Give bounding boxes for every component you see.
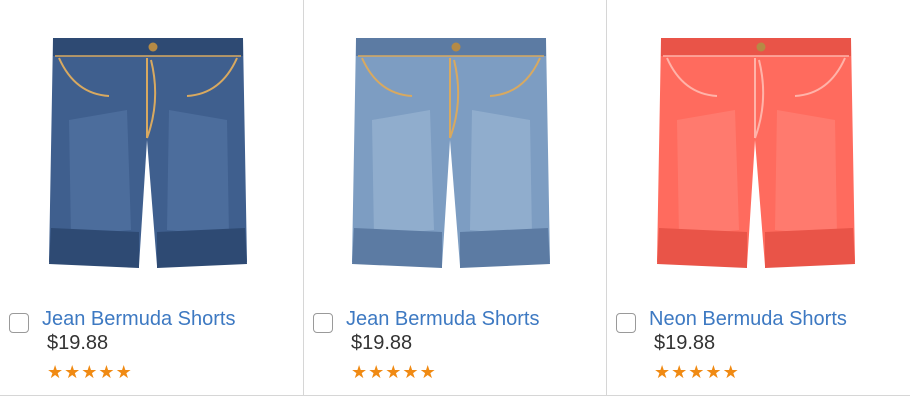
product-name-link[interactable]: Jean Bermuda Shorts (42, 308, 235, 331)
star-icon: ★ (81, 362, 98, 383)
product-price: $19.88 (351, 332, 413, 354)
star-icon: ★ (705, 362, 722, 383)
star-icon: ★ (115, 362, 132, 383)
rating-stars: ★ ★ ★ ★ ★ (654, 364, 739, 382)
rating-stars: ★ ★ ★ ★ ★ (351, 364, 436, 382)
light-denim-shorts-image (352, 38, 550, 268)
product-image[interactable] (304, 0, 606, 300)
star-icon: ★ (351, 362, 368, 383)
neon-coral-shorts-image (657, 38, 855, 268)
star-icon: ★ (385, 362, 402, 383)
star-icon: ★ (722, 362, 739, 383)
product-name-link[interactable]: Jean Bermuda Shorts (346, 308, 539, 331)
product-image[interactable] (607, 0, 910, 300)
product-card: Neon Bermuda Shorts $19.88 ★ ★ ★ ★ ★ (606, 0, 910, 395)
star-icon: ★ (368, 362, 385, 383)
compare-checkbox[interactable] (9, 313, 29, 333)
product-price: $19.88 (47, 332, 109, 354)
product-image[interactable] (0, 0, 303, 300)
star-icon: ★ (98, 362, 115, 383)
compare-checkbox[interactable] (616, 313, 636, 333)
product-grid: Jean Bermuda Shorts $19.88 ★ ★ ★ ★ ★ Jean Be… (0, 0, 910, 396)
star-icon: ★ (47, 362, 64, 383)
compare-checkbox[interactable] (313, 313, 333, 333)
dark-denim-shorts-image (49, 38, 247, 268)
product-card: Jean Bermuda Shorts $19.88 ★ ★ ★ ★ ★ (0, 0, 303, 395)
rating-stars: ★ ★ ★ ★ ★ (47, 364, 132, 382)
star-icon: ★ (64, 362, 81, 383)
product-card: Jean Bermuda Shorts $19.88 ★ ★ ★ ★ ★ (303, 0, 606, 395)
product-price: $19.88 (654, 332, 716, 354)
star-icon: ★ (688, 362, 705, 383)
star-icon: ★ (402, 362, 419, 383)
star-icon: ★ (419, 362, 436, 383)
star-icon: ★ (654, 362, 671, 383)
star-icon: ★ (671, 362, 688, 383)
product-name-link[interactable]: Neon Bermuda Shorts (649, 308, 847, 331)
